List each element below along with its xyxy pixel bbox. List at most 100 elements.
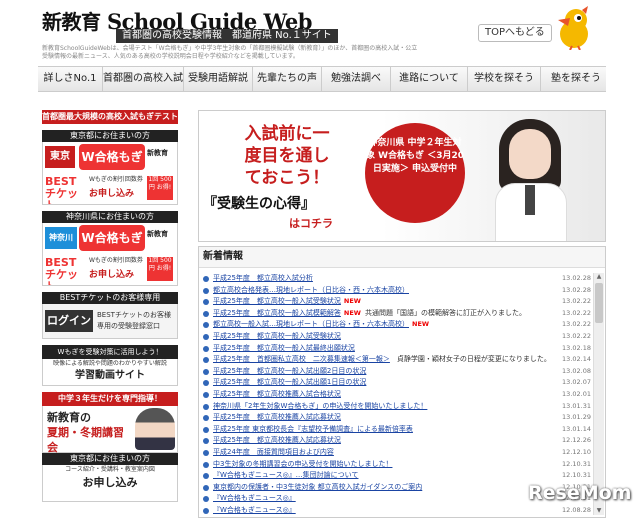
news-link[interactable]: 東京都内の保護者・中3生徒対象 都立高校入試ガイダンスのご案内 [213, 482, 549, 494]
kanagawa-ad-header: 神奈川県にお住まいの方 [42, 211, 178, 223]
news-item: 平成25年度 都立高校一般入試出願2日目の状況 13.02.08 [199, 366, 591, 378]
w-mock-test-label: W合格もぎ [79, 225, 145, 251]
news-date: 13.02.08 [562, 366, 591, 375]
news-link[interactable]: 都立高校一般入試…現地レポート（日比谷・西・六本木高校） NEW [213, 319, 549, 331]
news-link[interactable]: 都立高校合格発表…現地レポート（日比谷・西・六本木高校） [213, 285, 549, 297]
news-link[interactable]: 平成25年度 都立高校推薦入試合格状況 [213, 389, 549, 401]
tokyo-apply-link[interactable]: お申し込み [89, 186, 134, 199]
bullet-icon [203, 391, 209, 398]
news-link[interactable]: 平成25年度 都立高校推薦入試応募状況 [213, 435, 549, 447]
course-apply-link[interactable]: お申し込み [43, 475, 177, 491]
course-title: 新教育の 夏期・冬期講習会 [47, 410, 127, 455]
nav-item-detail[interactable]: 詳しさNo.1 [38, 67, 103, 91]
main-nav: 詳しさNo.1 首都圏の高校入試 受験用語解説 先輩たちの声 勉強法調べ 進路に… [38, 66, 606, 92]
news-link[interactable]: 『W合格もぎニュース◎』 [213, 505, 549, 517]
news-item: 都立高校合格発表…現地レポート（日比谷・西・六本木高校） 13.02.28 [199, 285, 591, 297]
news-link[interactable]: 平成25年度 都立高校一般入試出願2日目の状況 [213, 366, 549, 378]
news-date: 13.02.22 [562, 308, 591, 317]
news-scrollbar[interactable]: ▲ ▼ [593, 273, 604, 515]
news-link[interactable]: 平成25年度 都立高校一般入試受験状況 NEW [213, 296, 549, 308]
kanagawa-label: 神奈川 [45, 227, 77, 249]
news-link[interactable]: 『W合格もぎニュース◎』…集団討論について [213, 470, 549, 482]
ticket-subtext: Wもぎの割引回数券 [89, 176, 143, 183]
bullet-icon [203, 403, 209, 410]
news-link[interactable]: 平成25年度 都立高校一般入試最終出願状況 [213, 343, 549, 355]
news-date: 12.12.26 [562, 436, 591, 445]
discount-badge: 1回 500円 お得! [147, 176, 173, 200]
news-link[interactable]: 平成25年度 都立高校一般入試出願1日目の状況 [213, 377, 549, 389]
bullet-icon [203, 380, 209, 387]
news-date: 12.10.31 [562, 459, 591, 468]
news-link[interactable]: 平成25年度 都立高校一般入試模範解答 NEW 共通問題「国語」の模範解答に訂正が入… [213, 308, 549, 320]
news-link[interactable]: 平成25年度 都立高校入試分析 [213, 273, 549, 285]
bullet-icon [203, 496, 209, 503]
site-description: 新教育SchoolGuideWebは、会場テスト「W合格もぎ」や中学3年生対象の… [42, 45, 418, 60]
course-subtext: コース紹介・受講料・教室案内図 [65, 466, 155, 473]
resemom-watermark: ReseMom [528, 482, 632, 504]
hero-link[interactable]: はコチラ [289, 215, 333, 231]
scroll-thumb[interactable] [595, 283, 603, 323]
video-site-banner[interactable]: 映像による解説や問題のわかりやすい解説 学習動画サイト [42, 359, 178, 386]
best-ticket-label: BEST チケット [45, 175, 78, 205]
news-date: 13.02.14 [562, 355, 591, 364]
news-item: 都立高校一般入試…現地レポート（日比谷・西・六本木高校） NEW 13.02.22 [199, 319, 591, 331]
bullet-icon [203, 426, 209, 433]
bullet-icon [203, 461, 209, 468]
best-ticket-label: BEST チケット [45, 256, 78, 286]
bullet-icon [203, 415, 209, 422]
kanagawa-apply-link[interactable]: お申し込み [89, 267, 134, 280]
news-link[interactable]: 平成25年度 東京都校長会『志望校予備調査』による最新倍率表 [213, 424, 549, 436]
news-item: 平成24年度 面接質問項目および内容 12.12.10 [199, 447, 591, 459]
nav-item-study-method[interactable]: 勉強法調べ [322, 67, 391, 91]
hero-headline: 入試前に一度目を通しておこう！ [244, 124, 330, 188]
nav-item-career[interactable]: 進路について [391, 67, 468, 91]
course-apply-box[interactable]: コース紹介・受講料・教室案内図 お申し込み [42, 465, 178, 502]
news-item: 平成25年度 都立高校一般入試受験状況 13.02.22 [199, 331, 591, 343]
news-link[interactable]: 神奈川県「2年生対象W合格もぎ」の申込受付を開始いたしました！ [213, 401, 549, 413]
news-item: 『W合格もぎニュース◎』 12.08.28 [199, 505, 591, 517]
bullet-icon [203, 368, 209, 375]
tokyo-mock-test-ad[interactable]: 東京 W合格もぎ 新教育 BEST チケット Wもぎの割引回数券 お申し込み 1… [42, 142, 178, 205]
hero-badge: 神奈川県 中学２年生対象 W合格もぎ ＜3月20日実施＞ 申込受付中 [365, 123, 465, 223]
nav-item-find-school[interactable]: 学校を探そう [468, 67, 541, 91]
news-date: 13.02.22 [562, 297, 591, 306]
top-button[interactable]: TOPへもどる [478, 24, 552, 42]
bullet-icon [203, 357, 209, 364]
news-link[interactable]: 『W合格もぎニュース◎』 [213, 493, 549, 505]
scroll-down-icon[interactable]: ▼ [595, 507, 603, 515]
news-item: 平成25年度 都立高校推薦入試応募状況 12.12.26 [199, 435, 591, 447]
nav-item-entrance-exam[interactable]: 首都圏の高校入試 [103, 67, 184, 91]
news-date: 13.01.29 [562, 413, 591, 422]
mock-test-banner[interactable]: 首都圏最大規模の高校入試もぎテスト [42, 110, 178, 124]
scroll-up-icon[interactable]: ▲ [595, 273, 603, 281]
hero-banner[interactable]: 入試前に一度目を通しておこう！ 『受験生の心得』 はコチラ 神奈川県 中学２年生… [198, 110, 606, 242]
page: 新教育 School Guide Web 首都圏の高校受験情報 都道府県 No.… [38, 0, 606, 518]
news-item: 『W合格もぎニュース◎』…集団討論について 12.10.31 [199, 470, 591, 482]
tokyo-label: 東京 [45, 146, 75, 168]
login-header: BESTチケットのお客様専用 [42, 292, 178, 304]
video-site-title: 学習動画サイト [75, 370, 145, 381]
login-button[interactable]: ログイン [45, 310, 93, 332]
ticket-subtext: Wもぎの割引回数券 [89, 257, 143, 264]
kanagawa-mock-test-ad[interactable]: 神奈川 W合格もぎ 新教育 BEST チケット Wもぎの割引回数券 お申し込み … [42, 223, 178, 286]
news-link[interactable]: 中3生対象の冬期講習会の申込受付を開始いたしました！ [213, 459, 549, 471]
news-panel: 新着情報 平成25年度 都立高校入試分析 13.02.28 都立高校合格発表…現地レ… [198, 246, 606, 518]
news-link[interactable]: 平成25年度 都立高校一般入試受験状況 [213, 331, 549, 343]
bullet-icon [203, 507, 209, 514]
course-brand: 新教育の [47, 411, 91, 424]
news-item: 平成25年度 都立高校一般入試最終出願状況 13.02.18 [199, 343, 591, 355]
bullet-icon [203, 322, 209, 329]
nav-item-glossary[interactable]: 受験用語解説 [184, 67, 253, 91]
news-link[interactable]: 平成25年度 首都圏私立高校 二次募集速報＜第一報＞ 貞静学園・穎材女子の日程が変… [213, 354, 549, 366]
nav-item-find-cram-school[interactable]: 塾を探そう [541, 67, 611, 91]
news-link[interactable]: 平成25年度 都立高校推薦入試応募状況 [213, 412, 549, 424]
news-date: 13.02.22 [562, 331, 591, 340]
news-date: 13.02.01 [562, 389, 591, 398]
bullet-icon [203, 333, 209, 340]
new-badge: NEW [343, 308, 361, 317]
news-link[interactable]: 平成24年度 面接質問項目および内容 [213, 447, 549, 459]
seasonal-course-banner[interactable]: 新教育の 夏期・冬期講習会 [42, 406, 178, 455]
news-note: 貞静学園・穎材女子の日程が変更になりました。 [396, 355, 549, 364]
news-date: 13.01.14 [562, 424, 591, 433]
nav-item-seniors-voice[interactable]: 先輩たちの声 [253, 67, 322, 91]
